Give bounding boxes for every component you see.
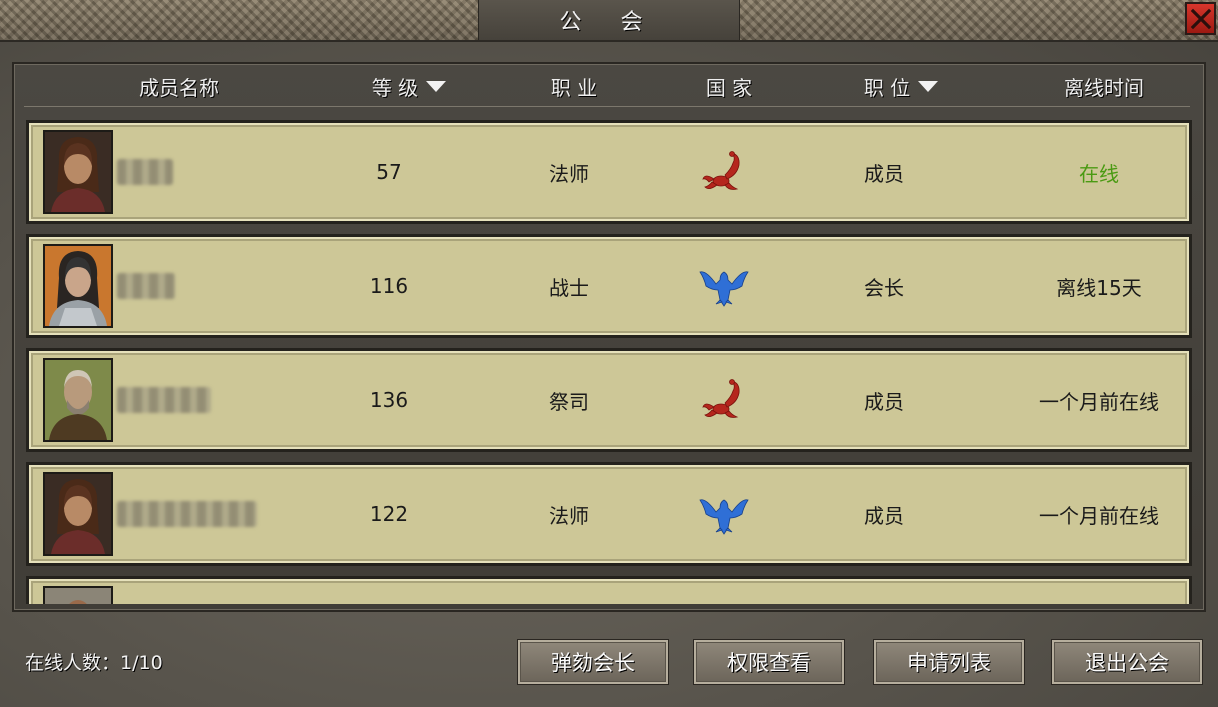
avatar xyxy=(43,586,113,604)
member-name-redacted xyxy=(117,501,257,527)
column-header-position-label: 职 位 xyxy=(863,75,911,100)
sort-down-icon[interactable] xyxy=(918,80,939,92)
member-row[interactable] xyxy=(26,576,1192,604)
avatar xyxy=(43,358,113,442)
application-list-button[interactable]: 申请列表 xyxy=(873,639,1025,685)
member-level: 136 xyxy=(369,388,409,412)
member-level: 122 xyxy=(369,502,409,526)
member-job: 法师 xyxy=(549,161,589,186)
list-header: 成员名称 等 级 职 业 国 家 职 位 离线时间 xyxy=(24,64,1190,107)
column-header-position[interactable]: 职 位 xyxy=(846,72,956,100)
eagle-emblem-icon xyxy=(689,465,759,563)
column-header-job: 职 业 xyxy=(550,75,598,100)
member-job: 祭司 xyxy=(549,389,589,414)
member-list-panel: 成员名称 等 级 职 业 国 家 职 位 离线时间 57 法师 成员 在线 11… xyxy=(12,62,1206,612)
member-level: 57 xyxy=(376,160,402,184)
member-position: 会长 xyxy=(864,275,904,300)
column-header-offline: 离线时间 xyxy=(1064,75,1144,100)
eagle-emblem-icon xyxy=(689,237,759,335)
member-name-redacted xyxy=(117,273,175,299)
impeach-leader-button[interactable]: 弹劾会长 xyxy=(517,639,669,685)
close-icon xyxy=(1190,8,1211,29)
avatar xyxy=(43,244,113,328)
member-row[interactable]: 57 法师 成员 在线 xyxy=(26,120,1192,224)
close-button[interactable] xyxy=(1185,2,1216,35)
member-job: 战士 xyxy=(549,275,589,300)
scorpion-emblem-icon xyxy=(689,123,759,221)
member-position: 成员 xyxy=(864,503,904,528)
view-permissions-button[interactable]: 权限查看 xyxy=(693,639,845,685)
member-status: 一个月前在线 xyxy=(1039,503,1159,528)
member-row[interactable]: 122 法师 成员 一个月前在线 xyxy=(26,462,1192,566)
member-status: 一个月前在线 xyxy=(1039,389,1159,414)
member-status: 在线 xyxy=(1079,161,1119,186)
online-count: 在线人数：1/10 xyxy=(25,652,163,674)
member-name-redacted xyxy=(117,159,173,185)
member-status: 离线15天 xyxy=(1056,275,1142,300)
avatar xyxy=(43,472,113,556)
member-level: 116 xyxy=(369,274,409,298)
member-name-redacted xyxy=(117,387,211,413)
member-list: 57 法师 成员 在线 116 战士 会长 离线15天 136 祭司 成员 一个… xyxy=(26,120,1192,604)
column-header-name: 成员名称 xyxy=(139,75,219,100)
column-header-nation: 国 家 xyxy=(705,75,753,100)
window-title: 公 会 xyxy=(478,0,740,40)
avatar xyxy=(43,130,113,214)
column-header-level-label: 等 级 xyxy=(371,75,419,100)
title-bar: 公 会 xyxy=(0,0,1218,42)
member-position: 成员 xyxy=(864,389,904,414)
sort-down-icon[interactable] xyxy=(426,80,447,92)
member-position: 成员 xyxy=(864,161,904,186)
member-row[interactable]: 116 战士 会长 离线15天 xyxy=(26,234,1192,338)
column-header-level[interactable]: 等 级 xyxy=(354,72,464,100)
scorpion-emblem-icon xyxy=(689,351,759,449)
member-row[interactable]: 136 祭司 成员 一个月前在线 xyxy=(26,348,1192,452)
member-job: 法师 xyxy=(549,503,589,528)
leave-guild-button[interactable]: 退出公会 xyxy=(1051,639,1203,685)
